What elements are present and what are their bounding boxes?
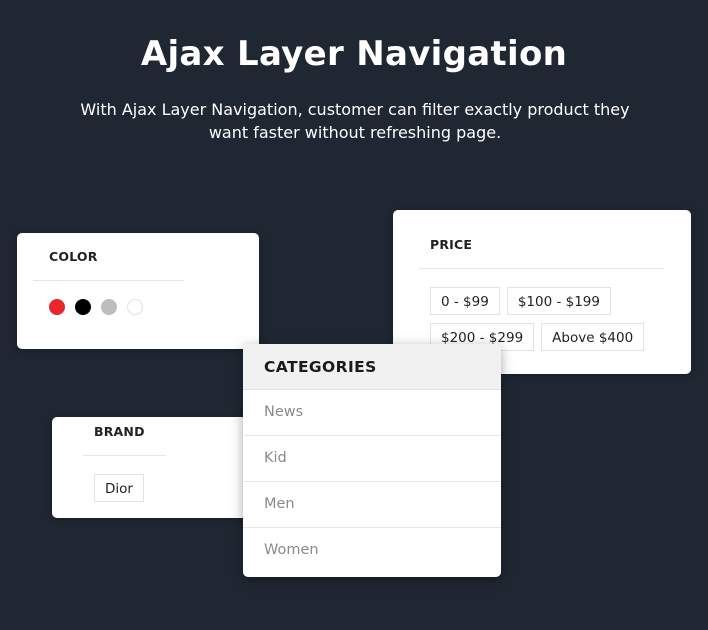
- color-filter-title: COLOR: [49, 249, 98, 264]
- color-swatch-white[interactable]: [127, 299, 143, 315]
- color-swatch-list: [49, 299, 143, 315]
- color-swatch-red[interactable]: [49, 299, 65, 315]
- color-swatch-black[interactable]: [75, 299, 91, 315]
- color-filter-card: COLOR: [17, 233, 259, 349]
- color-swatch-gray[interactable]: [101, 299, 117, 315]
- category-item-kid[interactable]: Kid: [243, 436, 501, 482]
- divider: [33, 280, 184, 281]
- category-item-news[interactable]: News: [243, 390, 501, 436]
- category-item-women[interactable]: Women: [243, 528, 501, 574]
- divider: [83, 455, 166, 456]
- brand-filter-title: BRAND: [94, 424, 145, 439]
- page-title: Ajax Layer Navigation: [140, 34, 568, 74]
- divider: [419, 268, 664, 269]
- categories-card: CATEGORIES News Kid Men Women: [243, 344, 501, 577]
- price-option[interactable]: $100 - $199: [506, 287, 611, 315]
- brand-filter-card: BRAND Dior: [52, 417, 252, 518]
- brand-option-list: Dior: [94, 474, 144, 502]
- price-option[interactable]: 0 - $99: [430, 287, 500, 315]
- categories-title: CATEGORIES: [243, 344, 501, 390]
- category-item-men[interactable]: Men: [243, 482, 501, 528]
- price-option-list: 0 - $99 $100 - $199 $200 - $299 Above $4…: [430, 287, 670, 351]
- page-subtitle: With Ajax Layer Navigation, customer can…: [80, 100, 630, 142]
- brand-option[interactable]: Dior: [94, 474, 144, 502]
- price-option[interactable]: Above $400: [541, 323, 645, 351]
- price-filter-title: PRICE: [430, 237, 473, 252]
